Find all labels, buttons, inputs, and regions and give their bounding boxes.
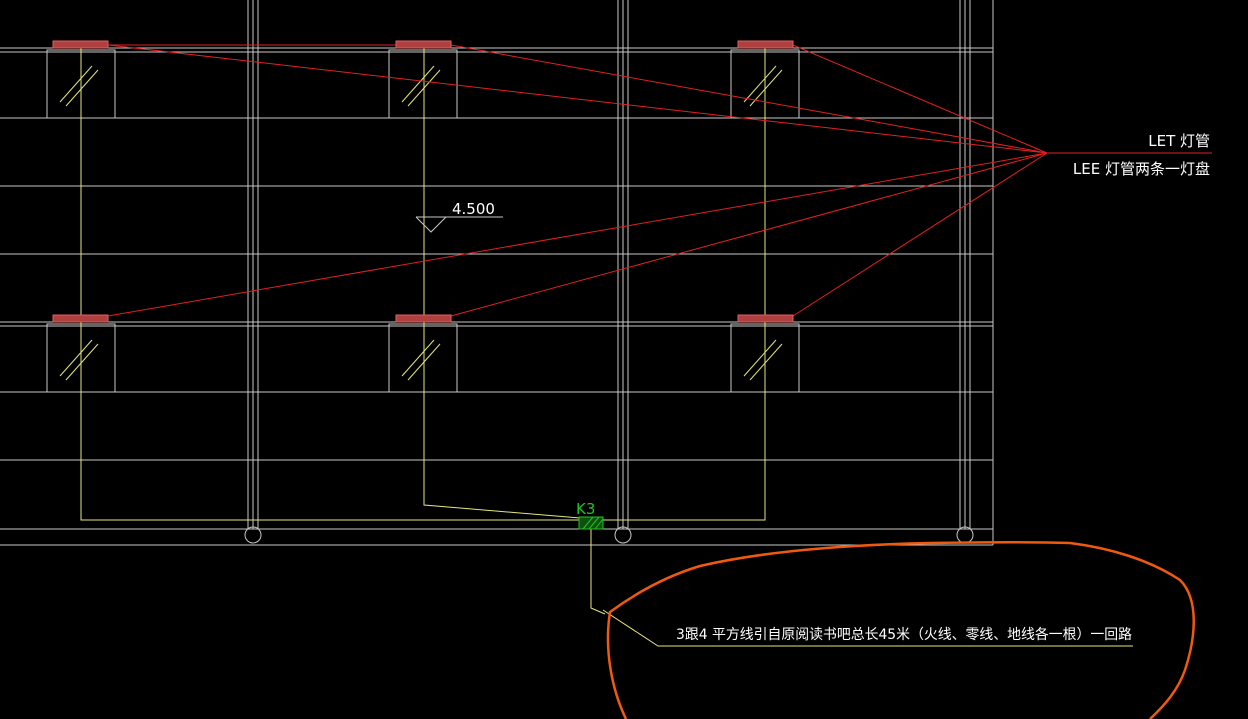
legend-text-line2: LEE 灯管两条一灯盘 <box>1073 160 1210 178</box>
tube-fixture <box>737 314 794 323</box>
tube-fixture <box>52 314 109 323</box>
tube-fixture <box>52 40 109 49</box>
tube-fixture <box>395 40 452 49</box>
legend-text-line1: LET 灯管 <box>1148 132 1210 150</box>
elevation-label: 4.500 <box>452 200 495 218</box>
switch-tag: K3 <box>576 500 595 518</box>
tube-fixture <box>395 314 452 323</box>
cad-drawing: 4.500 K3 LET 灯管 LEE 灯管两条一灯盘 3跟4 平方线引自原阅读… <box>0 0 1248 719</box>
drawing-background <box>0 0 1248 719</box>
tube-fixture <box>737 40 794 49</box>
cable-note: 3跟4 平方线引自原阅读书吧总长45米（火线、零线、地线各一根）一回路 <box>676 626 1132 643</box>
switch-k3 <box>578 516 604 530</box>
